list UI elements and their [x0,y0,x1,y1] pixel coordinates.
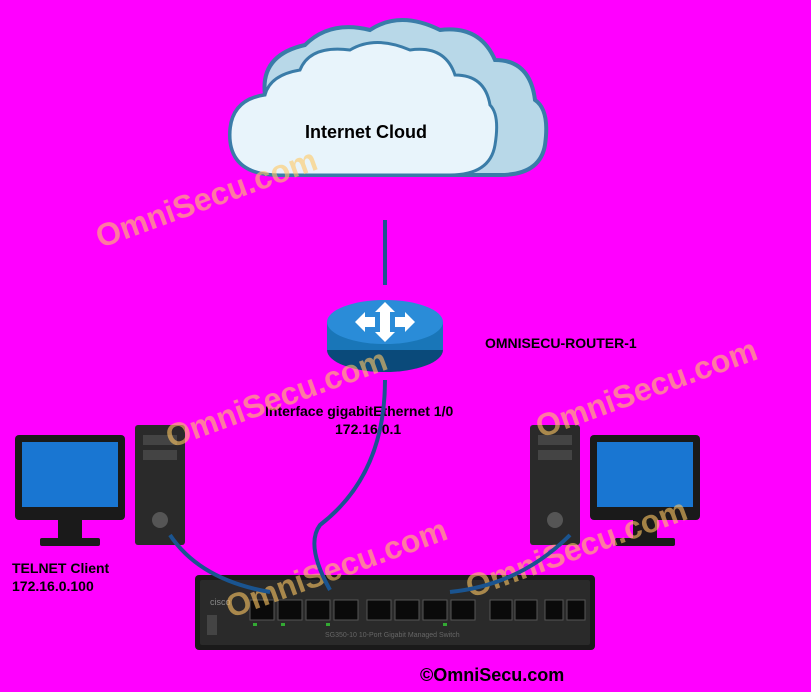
copyright-label: ©OmniSecu.com [420,665,564,686]
cable-pc-right-switch [440,530,580,600]
router-name-label: OMNISECU-ROUTER-1 [485,335,637,351]
cable-pc-left-switch [160,530,280,600]
internet-cloud-label: Internet Cloud [305,122,427,143]
router-icon [320,280,450,380]
cable-cloud-router [383,220,387,285]
cable-router-switch [300,375,420,595]
telnet-client-ip: 172.16.0.100 [12,578,94,594]
svg-text:SG350-10 10-Port Gigabit Manag: SG350-10 10-Port Gigabit Managed Switch [325,632,460,639]
telnet-client-label: TELNET Client [12,560,109,576]
internet-cloud-icon [190,5,560,235]
